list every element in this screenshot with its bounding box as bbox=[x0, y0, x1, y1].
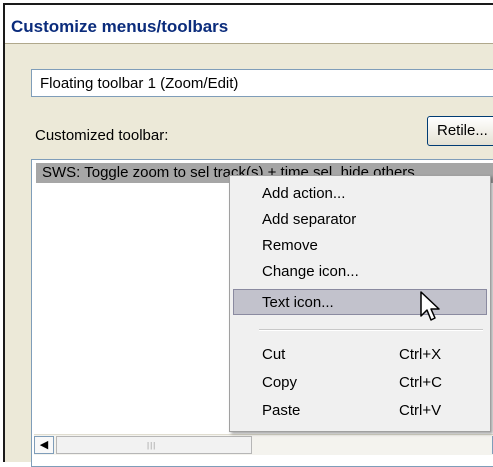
menu-item-shortcut: Ctrl+V bbox=[399, 402, 442, 419]
horizontal-scrollbar[interactable]: ◀ ||| bbox=[34, 434, 493, 455]
menu-item-label: Cut bbox=[262, 346, 286, 363]
menu-item-add-separator[interactable]: Add separator bbox=[233, 207, 487, 233]
menu-item-copy[interactable]: Copy Ctrl+C bbox=[233, 370, 487, 396]
menu-item-shortcut: Ctrl+X bbox=[399, 346, 442, 363]
dialog-title-bar: Customize menus/toolbars bbox=[5, 5, 493, 44]
dialog-title: Customize menus/toolbars bbox=[11, 17, 229, 36]
scrollbar-thumb[interactable]: ||| bbox=[56, 436, 252, 454]
menu-separator bbox=[259, 329, 483, 331]
menu-item-label: Add separator bbox=[262, 211, 357, 228]
menu-item-paste[interactable]: Paste Ctrl+V bbox=[233, 398, 487, 424]
menu-item-shortcut: Ctrl+C bbox=[399, 374, 442, 391]
menu-item-label: Change icon... bbox=[262, 263, 359, 280]
menu-item-label: Text icon... bbox=[262, 294, 334, 311]
toolbar-select-value: Floating toolbar 1 (Zoom/Edit) bbox=[40, 75, 239, 92]
context-menu: Add action... Add separator Remove Chang… bbox=[229, 175, 491, 432]
customized-toolbar-label: Customized toolbar: bbox=[35, 127, 169, 144]
scrollbar-grip: ||| bbox=[147, 441, 157, 450]
menu-item-cut[interactable]: Cut Ctrl+X bbox=[233, 342, 487, 368]
arrow-left-icon[interactable]: ◀ bbox=[34, 436, 54, 454]
menu-item-text-icon[interactable]: Text icon... bbox=[233, 289, 487, 315]
menu-item-label: Add action... bbox=[262, 185, 346, 202]
toolbar-select[interactable]: Floating toolbar 1 (Zoom/Edit) ▼ bbox=[31, 69, 493, 97]
menu-item-label: Paste bbox=[262, 402, 301, 419]
mouse-pointer-icon bbox=[420, 291, 440, 321]
menu-item-add-action[interactable]: Add action... bbox=[233, 181, 487, 207]
menu-item-label: Copy bbox=[262, 374, 298, 391]
menu-item-label: Remove bbox=[262, 237, 318, 254]
menu-item-change-icon[interactable]: Change icon... bbox=[233, 259, 487, 285]
menu-item-remove[interactable]: Remove bbox=[233, 233, 487, 259]
retile-button[interactable]: Retile... bbox=[427, 116, 493, 146]
